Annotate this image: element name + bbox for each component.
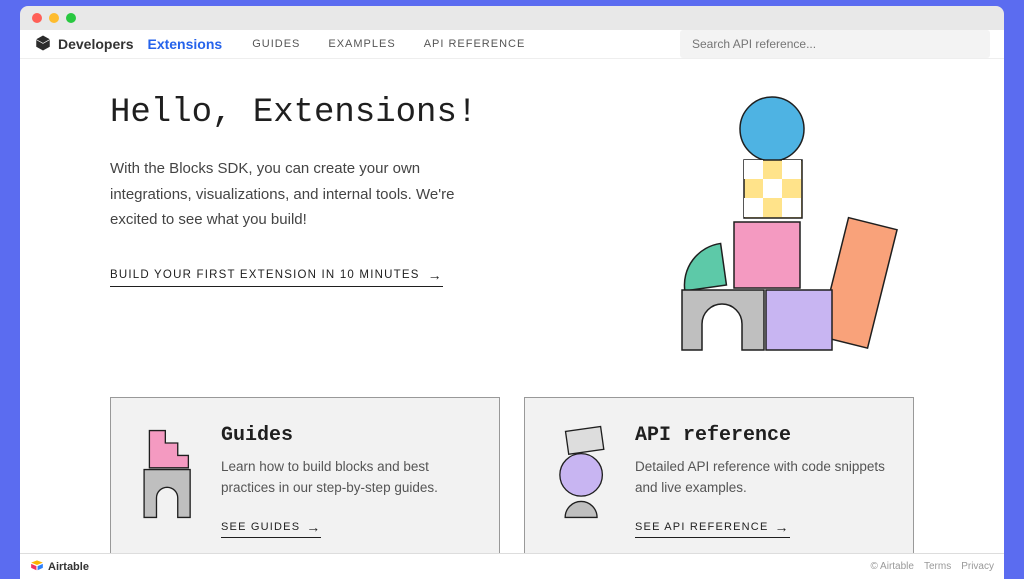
card-api-reference: API reference Detailed API reference wit… xyxy=(524,397,914,553)
footer: Airtable © Airtable Terms Privacy xyxy=(20,553,1004,579)
arrow-right-icon: → xyxy=(428,267,443,283)
maximize-window-button[interactable] xyxy=(66,13,76,23)
card-guides-desc: Learn how to build blocks and best pract… xyxy=(221,457,473,499)
card-api-title: API reference xyxy=(635,424,887,447)
close-window-button[interactable] xyxy=(32,13,42,23)
footer-brand-label: Airtable xyxy=(48,561,89,573)
airtable-logo-icon xyxy=(30,558,44,575)
arrow-right-icon: → xyxy=(306,519,321,535)
brand-label: Developers xyxy=(58,36,133,52)
nav-examples[interactable]: EXAMPLES xyxy=(328,38,395,50)
nav-api-reference[interactable]: API REFERENCE xyxy=(424,38,526,50)
api-illustration xyxy=(551,424,613,538)
page-title: Hello, Extensions! xyxy=(110,94,604,132)
arrow-right-icon: → xyxy=(775,519,790,535)
search-input[interactable] xyxy=(680,30,990,58)
hero-description: With the Blocks SDK, you can create your… xyxy=(110,156,470,233)
footer-copyright: © Airtable xyxy=(870,561,914,572)
product-label[interactable]: Extensions xyxy=(147,36,222,52)
minimize-window-button[interactable] xyxy=(49,13,59,23)
card-guides-title: Guides xyxy=(221,424,473,447)
top-navigation: Developers Extensions GUIDES EXAMPLES AP… xyxy=(20,30,1004,59)
cube-icon xyxy=(34,34,52,55)
nav-guides[interactable]: GUIDES xyxy=(252,38,300,50)
hero-blocks-illustration xyxy=(634,94,914,359)
see-api-reference-link[interactable]: SEE API REFERENCE → xyxy=(635,519,790,538)
card-api-desc: Detailed API reference with code snippet… xyxy=(635,457,887,499)
footer-terms-link[interactable]: Terms xyxy=(924,561,951,572)
see-guides-link[interactable]: SEE GUIDES → xyxy=(221,519,321,538)
footer-privacy-link[interactable]: Privacy xyxy=(961,561,994,572)
window-titlebar xyxy=(20,6,1004,30)
cta-build-first-extension[interactable]: BUILD YOUR FIRST EXTENSION IN 10 MINUTES… xyxy=(110,267,443,287)
brand-developers[interactable]: Developers xyxy=(34,34,133,55)
card-guides: Guides Learn how to build blocks and bes… xyxy=(110,397,500,553)
guides-illustration xyxy=(137,424,199,538)
footer-brand[interactable]: Airtable xyxy=(30,558,89,575)
cta-label: BUILD YOUR FIRST EXTENSION IN 10 MINUTES xyxy=(110,269,420,281)
